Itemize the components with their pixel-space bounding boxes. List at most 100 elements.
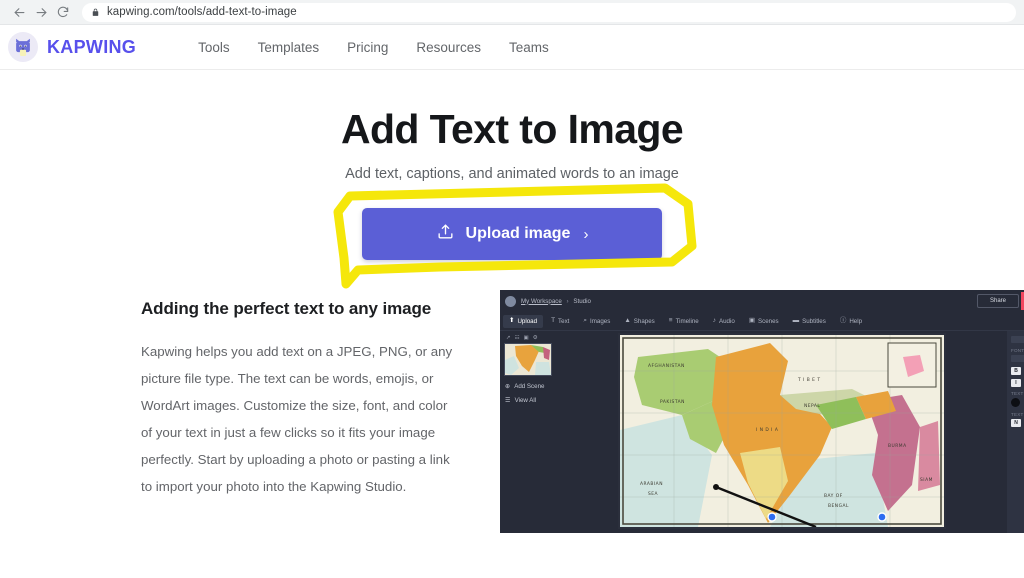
studio-tab-label: Audio <box>718 317 735 325</box>
upload-icon <box>436 222 455 246</box>
timeline-icon: ≡ <box>668 316 673 324</box>
main-nav: Tools Templates Pricing Resources Teams <box>198 40 549 55</box>
shapes-icon: ▲ <box>624 316 631 324</box>
scenes-icon: ▣ <box>748 316 755 324</box>
italic-button[interactable]: I <box>1011 379 1021 388</box>
help-icon: ⓘ <box>839 316 847 324</box>
brand-name: KAPWING <box>47 36 137 57</box>
share-button[interactable]: Share <box>977 294 1019 309</box>
svg-text:BAY OF: BAY OF <box>824 493 843 499</box>
map-image[interactable]: AFGHANISTAN PAKISTAN T I B E T NEPAL I N… <box>618 333 946 530</box>
reload-icon[interactable] <box>52 1 74 23</box>
studio-tab-audio[interactable]: ♪ Audio <box>707 315 741 328</box>
svg-text:SIAM: SIAM <box>920 477 933 483</box>
svg-text:T I B E T: T I B E T <box>797 377 821 383</box>
nav-item-tools[interactable]: Tools <box>198 40 230 55</box>
duplicate-icon[interactable]: ☷ <box>515 335 520 341</box>
studio-tab-label: Timeline <box>675 317 699 325</box>
font-label: FONT <box>1011 348 1024 354</box>
studio-topbar: My Workspace › Studio Share <box>500 290 1024 312</box>
svg-text:PAKISTAN: PAKISTAN <box>660 399 685 405</box>
studio-tab-subtitles[interactable]: ▬ Subtitles <box>787 315 832 328</box>
lock-icon <box>91 8 100 17</box>
page-title: Add Text to Image <box>340 106 684 152</box>
studio-tab-label: Text <box>558 317 570 325</box>
studio-toolbar: ⬆ Upload T Text ⌕ Images ▲ Shapes ≡ Time… <box>500 312 1024 332</box>
avatar <box>505 295 516 307</box>
view-all-label: View All <box>514 397 537 405</box>
svg-text:NEPAL: NEPAL <box>804 403 820 409</box>
upload-icon: ⬆ <box>509 316 515 324</box>
studio-scene-panel: ➚ ☷ ▣ ⚙ ⊕ Add Scene ☰ View All <box>500 331 557 533</box>
nav-item-templates[interactable]: Templates <box>258 40 320 55</box>
add-scene-button[interactable]: ⊕ Add Scene <box>504 383 553 390</box>
nav-item-pricing[interactable]: Pricing <box>347 40 388 55</box>
svg-text:I N D I A: I N D I A <box>756 427 778 433</box>
upload-button-label: Upload image <box>465 225 571 243</box>
add-scene-label: Add Scene <box>514 383 545 391</box>
svg-text:ARABIAN: ARABIAN <box>640 481 663 487</box>
forward-icon[interactable] <box>30 1 52 23</box>
text-style-label: TEXT <box>1011 412 1024 418</box>
kapwing-mascot-logo <box>8 32 38 62</box>
svg-text:BENGAL: BENGAL <box>828 503 849 509</box>
text-color-swatch[interactable] <box>1011 398 1020 408</box>
cta-container: Upload image › <box>333 183 697 289</box>
studio-tab-upload[interactable]: ⬆ Upload <box>503 314 544 328</box>
breadcrumb-workspace[interactable]: My Workspace <box>521 298 562 305</box>
text-style-button[interactable]: N <box>1011 419 1021 428</box>
studio-tab-text[interactable]: T Text <box>545 315 575 328</box>
scene-thumbnail[interactable] <box>504 343 552 377</box>
copy-icon[interactable]: ▣ <box>524 335 529 341</box>
svg-text:AFGHANISTAN: AFGHANISTAN <box>648 363 685 369</box>
subtitles-icon: ▬ <box>792 316 800 324</box>
address-bar[interactable]: kapwing.com/tools/add-text-to-image <box>82 2 1016 22</box>
studio-tab-timeline[interactable]: ≡ Timeline <box>663 315 705 328</box>
studio-tab-shapes[interactable]: ▲ Shapes <box>618 315 660 328</box>
list-icon: ☰ <box>505 397 511 405</box>
lower-content: Adding the perfect text to any image Kap… <box>0 290 1024 534</box>
studio-tab-label: Upload <box>517 317 538 325</box>
page-subtitle: Add text, captions, and animated words t… <box>345 166 679 183</box>
svg-text:BURMA: BURMA <box>888 443 907 449</box>
studio-tab-label: Help <box>849 317 863 325</box>
kapwing-studio-screenshot: My Workspace › Studio Share ⬆ Upload T T… <box>500 290 1024 534</box>
search-icon: ⌕ <box>583 316 588 324</box>
studio-tab-label: Images <box>590 317 611 325</box>
article-body: Kapwing helps you add text on a JPEG, PN… <box>141 344 453 494</box>
nav-item-resources[interactable]: Resources <box>416 40 481 55</box>
hero-section: Add Text to Image Add text, captions, an… <box>0 70 1024 289</box>
breadcrumb: My Workspace › Studio <box>521 298 591 305</box>
view-all-button[interactable]: ☰ View All <box>504 397 553 404</box>
studio-tab-help[interactable]: ⓘ Help <box>834 315 868 328</box>
text-icon: T <box>551 316 556 324</box>
studio-canvas[interactable]: AFGHANISTAN PAKISTAN T I B E T NEPAL I N… <box>557 331 1007 533</box>
studio-tab-scenes[interactable]: ▣ Scenes <box>743 315 785 328</box>
studio-tab-label: Shapes <box>633 317 655 325</box>
breadcrumb-page: Studio <box>573 297 591 305</box>
url-text: kapwing.com/tools/add-text-to-image <box>107 6 297 18</box>
back-icon[interactable] <box>8 1 30 23</box>
studio-properties-panel: FONT B I TEXT TEXT N <box>1007 331 1024 534</box>
property-row[interactable] <box>1011 336 1024 344</box>
font-select[interactable] <box>1011 355 1024 363</box>
plus-circle-icon: ⊕ <box>505 383 511 391</box>
chevron-right-icon: › <box>583 225 589 243</box>
nav-item-teams[interactable]: Teams <box>509 40 549 55</box>
article-heading: Adding the perfect text to any image <box>141 299 432 319</box>
scene-action-icons: ➚ ☷ ▣ ⚙ <box>504 335 553 343</box>
delete-icon[interactable]: ⚙ <box>533 335 538 341</box>
studio-tab-label: Scenes <box>757 317 779 325</box>
studio-tab-images[interactable]: ⌕ Images <box>577 315 616 328</box>
svg-text:SEA: SEA <box>648 491 658 497</box>
upload-image-button[interactable]: Upload image › <box>362 208 662 261</box>
audio-icon: ♪ <box>712 316 716 324</box>
browser-toolbar: kapwing.com/tools/add-text-to-image <box>0 0 1024 25</box>
breadcrumb-separator: › <box>566 297 569 305</box>
studio-tab-label: Subtitles <box>802 317 826 325</box>
studio-body: ➚ ☷ ▣ ⚙ ⊕ Add Scene ☰ View All AFGHANIST… <box>500 331 1024 534</box>
site-header: KAPWING Tools Templates Pricing Resource… <box>0 25 1024 70</box>
cursor-icon[interactable]: ➚ <box>506 335 511 341</box>
bold-button[interactable]: B <box>1011 367 1021 376</box>
brand-logo-link[interactable]: KAPWING <box>8 32 136 62</box>
